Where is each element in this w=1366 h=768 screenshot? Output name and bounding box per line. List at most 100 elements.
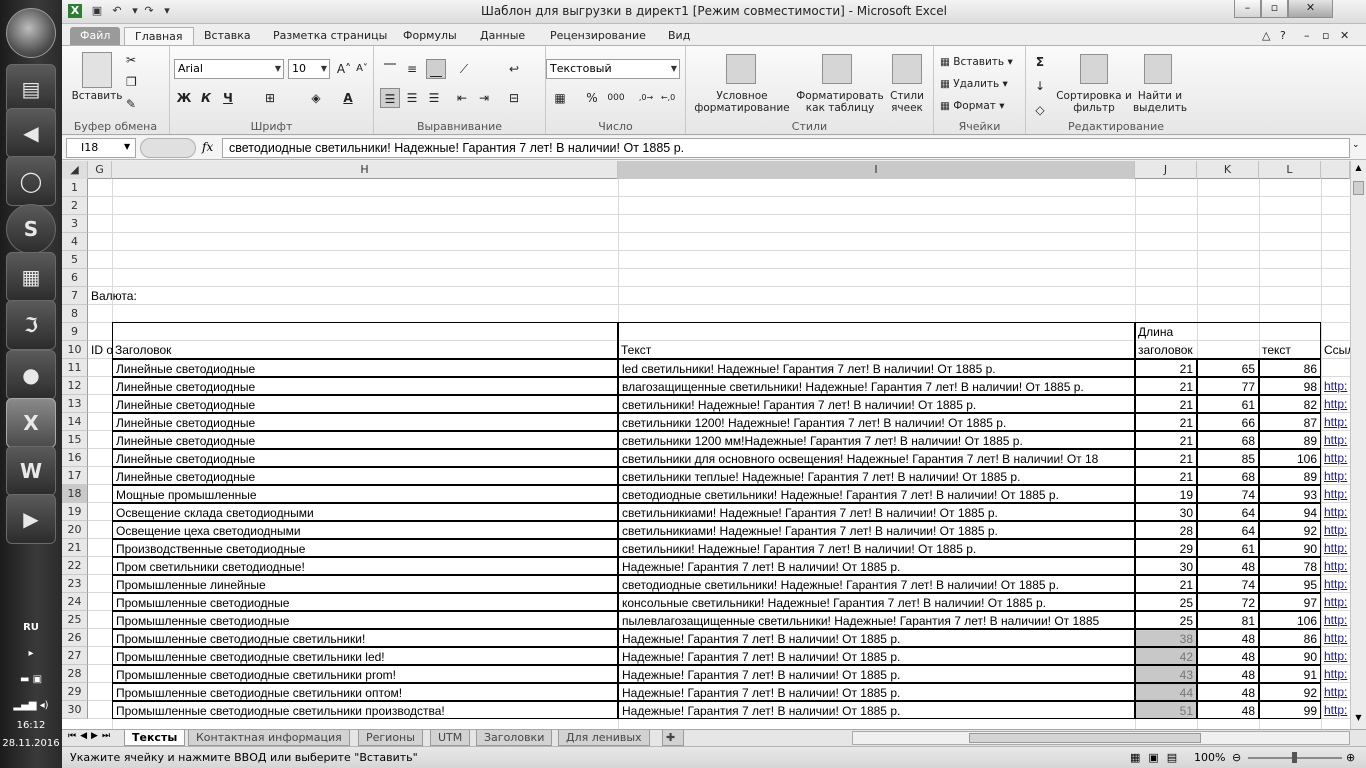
extra-length-cell[interactable]: 48 — [1197, 683, 1259, 701]
text-length-cell[interactable]: 87 — [1259, 413, 1321, 431]
conditional-format-button[interactable]: Условное форматирование — [686, 90, 798, 114]
link-cell[interactable]: http: — [1321, 413, 1350, 431]
link-cell[interactable]: http: — [1321, 701, 1350, 719]
link-cell[interactable]: http: — [1321, 629, 1350, 647]
link-cell[interactable]: http: — [1321, 611, 1350, 629]
decrease-decimal-icon[interactable]: ←,0 — [658, 88, 678, 108]
sort-filter-icon[interactable] — [1080, 54, 1108, 84]
format-as-table-icon[interactable] — [822, 54, 852, 84]
text-cell[interactable]: Надежные! Гарантия 7 лет! В наличии! От … — [618, 647, 1135, 665]
horizontal-scroll-thumb[interactable] — [969, 733, 1201, 743]
text-length-cell[interactable]: 95 — [1259, 575, 1321, 593]
insert-function-button[interactable]: fx — [202, 140, 213, 154]
link-cell[interactable]: http: — [1321, 449, 1350, 467]
sheet-tab-texts[interactable]: Тексты — [124, 730, 186, 746]
speaker-icon[interactable]: ◀ — [6, 108, 56, 158]
title-length-cell[interactable]: 21 — [1135, 359, 1197, 377]
tray-arrow-icon[interactable]: ▸ — [0, 648, 62, 659]
text-cell[interactable]: Надежные! Гарантия 7 лет! В наличии! От … — [618, 701, 1135, 719]
extra-length-cell[interactable]: 48 — [1197, 701, 1259, 719]
text-length-cell[interactable]: 92 — [1259, 521, 1321, 539]
link-cell[interactable] — [1321, 359, 1350, 377]
decrease-indent-icon[interactable]: ⇤ — [452, 88, 472, 108]
merge-center-icon[interactable]: ⊟ — [504, 88, 524, 108]
title-length-cell[interactable]: 21 — [1135, 413, 1197, 431]
sheet-tab-regions[interactable]: Регионы — [358, 730, 423, 746]
row-header[interactable]: 20 — [62, 521, 88, 539]
row-header[interactable]: 8 — [62, 305, 88, 323]
text-length-cell[interactable]: 82 — [1259, 395, 1321, 413]
browser-icon[interactable]: ◯ — [6, 156, 56, 206]
calculator-icon[interactable]: ▦ — [6, 252, 56, 302]
scroll-down-icon[interactable]: ▼ — [1352, 713, 1365, 725]
text-length-cell[interactable]: 92 — [1259, 683, 1321, 701]
extra-length-cell[interactable]: 65 — [1197, 359, 1259, 377]
link-cell[interactable]: http: — [1321, 467, 1350, 485]
extra-length-cell[interactable]: 48 — [1197, 557, 1259, 575]
vertical-scrollbar[interactable]: ▲ ▼ — [1350, 161, 1366, 729]
row-header[interactable]: 10 — [62, 341, 88, 359]
font-name-select[interactable]: Arial ▼ — [174, 59, 284, 79]
title-length-cell[interactable]: 28 — [1135, 521, 1197, 539]
extra-length-cell[interactable]: 74 — [1197, 575, 1259, 593]
sheet-tab-contacts[interactable]: Контактная информация — [188, 730, 350, 746]
text-length-cell[interactable]: 94 — [1259, 503, 1321, 521]
row-header[interactable]: 6 — [62, 269, 88, 287]
row-header[interactable]: 17 — [62, 467, 88, 485]
extra-length-cell[interactable]: 64 — [1197, 521, 1259, 539]
italic-button[interactable]: К — [196, 88, 216, 108]
zoom-slider-thumb[interactable] — [1292, 752, 1297, 763]
link-cell[interactable]: http: — [1321, 395, 1350, 413]
orientation-icon[interactable]: ⟋ — [454, 59, 474, 79]
title-cell[interactable]: Промышленные светодиодные светильники le… — [112, 647, 618, 665]
row-header[interactable]: 4 — [62, 233, 88, 251]
extra-length-cell[interactable]: 74 — [1197, 485, 1259, 503]
link-cell[interactable]: http: — [1321, 575, 1350, 593]
align-center-icon[interactable]: ☰ — [402, 88, 422, 108]
row-header[interactable]: 23 — [62, 575, 88, 593]
view-buttons[interactable]: ▦▣▤ — [1130, 751, 1185, 764]
title-cell[interactable]: Линейные светодиодные — [112, 431, 618, 449]
row-header[interactable]: 27 — [62, 647, 88, 665]
extra-length-cell[interactable]: 48 — [1197, 629, 1259, 647]
link-cell[interactable]: http: — [1321, 683, 1350, 701]
text-length-cell[interactable]: 89 — [1259, 431, 1321, 449]
title-cell[interactable]: Линейные светодиодные — [112, 395, 618, 413]
text-cell[interactable]: светильники 1200! Надежные! Гарантия 7 л… — [618, 413, 1135, 431]
cell-styles-icon[interactable] — [892, 54, 922, 84]
clock-time[interactable]: 16:12 — [0, 720, 62, 731]
zoom-out-icon[interactable]: ⊖ — [1232, 751, 1241, 764]
formula-input[interactable]: светодиодные светильники! Надежные! Гара… — [222, 138, 1350, 158]
title-cell[interactable]: Промышленные светодиодные — [112, 593, 618, 611]
text-cell[interactable]: светильникиами! Надежные! Гарантия 7 лет… — [618, 503, 1135, 521]
tab-review[interactable]: Рецензирование — [540, 27, 656, 46]
select-all-button[interactable]: ◢ — [62, 161, 88, 179]
row-header[interactable]: 26 — [62, 629, 88, 647]
bold-button[interactable]: Ж — [174, 88, 194, 108]
column-header-g[interactable]: G — [88, 161, 112, 179]
delete-cells-button[interactable]: ▦ Удалить ▾ — [940, 78, 1008, 90]
extra-length-cell[interactable]: 61 — [1197, 539, 1259, 557]
text-cell[interactable]: светильники для основного освещения! Над… — [618, 449, 1135, 467]
font-size-select[interactable]: 10 ▼ — [288, 59, 330, 79]
row-header[interactable]: 1 — [62, 179, 88, 197]
title-cell[interactable]: Промышленные линейные — [112, 575, 618, 593]
row-header[interactable]: 13 — [62, 395, 88, 413]
link-cell[interactable]: http: — [1321, 647, 1350, 665]
tray-icons[interactable]: ▬ ▣ — [0, 674, 62, 685]
title-cell[interactable]: Промышленные светодиодные светильники! — [112, 629, 618, 647]
format-as-table-button[interactable]: Форматировать как таблицу — [796, 90, 884, 114]
excel-icon[interactable]: X — [6, 398, 56, 448]
row-header[interactable]: 21 — [62, 539, 88, 557]
title-cell[interactable]: Промышленные светодиодные — [112, 611, 618, 629]
column-header-j[interactable]: J — [1135, 161, 1197, 179]
extra-length-cell[interactable]: 85 — [1197, 449, 1259, 467]
zoom-in-icon[interactable]: ⊕ — [1346, 751, 1355, 764]
row-header[interactable]: 11 — [62, 359, 88, 377]
link-cell[interactable]: http: — [1321, 431, 1350, 449]
row-header[interactable]: 24 — [62, 593, 88, 611]
title-cell[interactable]: Линейные светодиодные — [112, 359, 618, 377]
row-header[interactable]: 16 — [62, 449, 88, 467]
folder-icon[interactable]: ▤ — [6, 64, 56, 114]
number-format-select[interactable]: Текстовый ▼ — [546, 59, 680, 79]
